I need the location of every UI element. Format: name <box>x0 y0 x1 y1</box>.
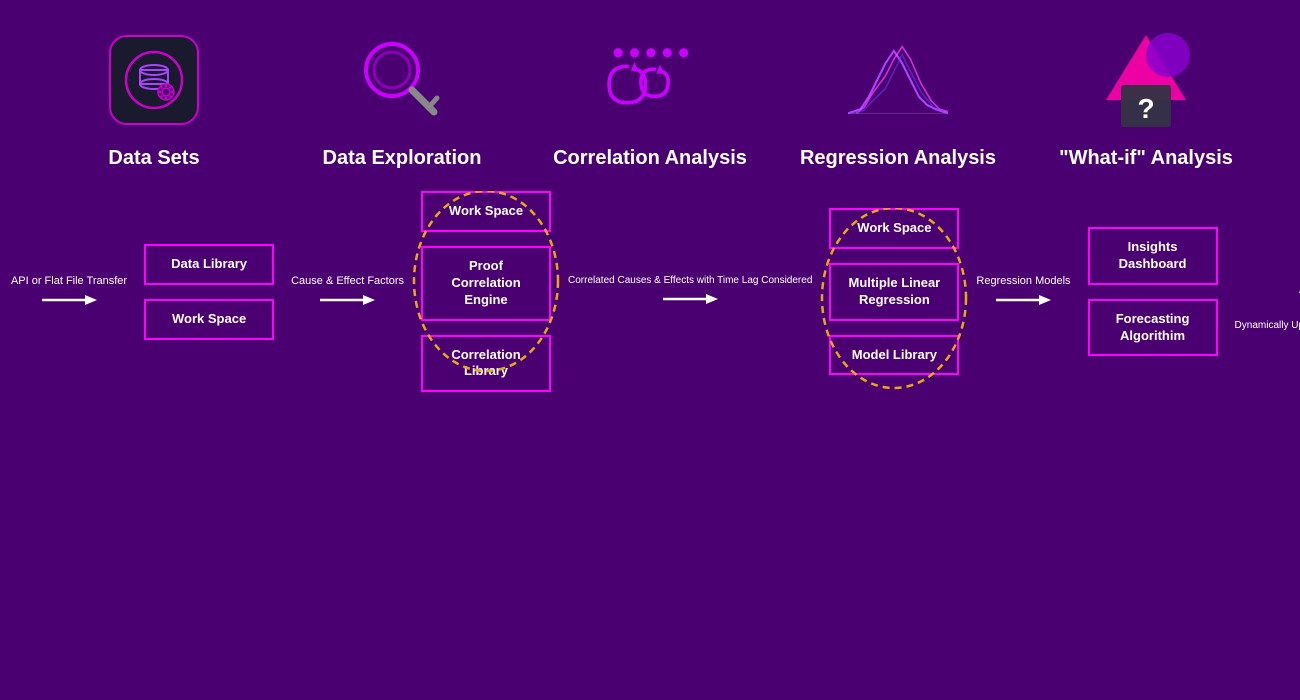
arrow-right-2 <box>320 290 375 310</box>
column-header-whatif: ? "What-if" Analysis <box>1046 30 1246 171</box>
icon-container-correlation <box>600 30 700 130</box>
box-model-library[interactable]: Model Library <box>829 335 959 376</box>
flow-group-exploration: Data Library Work Space <box>144 244 274 340</box>
label-api-transfer: API or Flat File Transfer <box>11 274 127 288</box>
col-title-regression: Regression Analysis <box>800 145 996 171</box>
box-workspace-correlation[interactable]: Work Space <box>421 191 551 232</box>
col-title-correlation: Correlation Analysis <box>553 145 747 171</box>
arrow-right-3 <box>663 289 718 309</box>
svg-text:?: ? <box>1137 93 1154 124</box>
main-container: Data Sets Data Exploration <box>0 0 1300 700</box>
icon-container-regression <box>848 30 948 130</box>
icon-container-datasets <box>104 30 204 130</box>
box-data-library[interactable]: Data Library <box>144 244 274 285</box>
connector-exploration-correlation: Cause & Effect Factors <box>274 274 421 310</box>
col-title-datasets: Data Sets <box>108 145 199 171</box>
box-correlation-library[interactable]: Correlation Library <box>421 335 551 393</box>
swirl-dots-icon <box>600 30 700 130</box>
label-regression-models: Regression Models <box>976 274 1070 288</box>
column-header-exploration: Data Exploration <box>302 30 502 171</box>
icon-container-whatif: ? <box>1096 30 1196 130</box>
label-correlated-causes: Correlated Causes & Effects with Time La… <box>568 274 812 287</box>
column-header-regression: Regression Analysis <box>798 30 998 171</box>
label-cause-effect: Cause & Effect Factors <box>291 274 404 288</box>
flow-group-regression: Work Space Multiple Linear Regression Mo… <box>829 208 959 376</box>
icon-container-exploration <box>352 30 452 130</box>
arrow-right-4 <box>996 290 1051 310</box>
box-proof-correlation[interactable]: Proof Correlation Engine <box>421 246 551 321</box>
connector-datasets-exploration: API or Flat File Transfer <box>0 274 144 310</box>
box-multiple-linear-regression[interactable]: Multiple Linear Regression <box>829 263 959 321</box>
top-row: Data Sets Data Exploration <box>30 20 1270 181</box>
connector-correlation-regression: Correlated Causes & Effects with Time La… <box>551 274 829 309</box>
chart-peaks-icon <box>848 30 948 130</box>
database-gear-icon <box>109 35 199 125</box>
label-dynamically-updated: Dynamically Updated Forecasting Models <box>1235 319 1300 332</box>
box-workspace-exploration[interactable]: Work Space <box>144 299 274 340</box>
column-header-datasets: Data Sets <box>54 30 254 171</box>
flow-group-whatif: Insights Dashboard Forecasting Algorithi… <box>1088 227 1218 357</box>
connector-regression-whatif: Regression Models <box>959 274 1087 310</box>
arrow-right-1 <box>42 290 97 310</box>
magnify-icon <box>352 30 452 130</box>
flow-diagram: Internal Data External Data API or Flat … <box>30 191 1270 392</box>
connector-whatif-output: Dynamically Updated Forecasting Models <box>1218 251 1300 332</box>
box-insights-dashboard[interactable]: Insights Dashboard <box>1088 227 1218 285</box>
box-forecasting-algorithm[interactable]: Forecasting Algorithim <box>1088 299 1218 357</box>
question-box-icon: ? <box>1096 30 1196 130</box>
column-header-correlation: Correlation Analysis <box>550 30 750 171</box>
box-workspace-regression[interactable]: Work Space <box>829 208 959 249</box>
col-title-whatif: "What-if" Analysis <box>1059 145 1233 171</box>
flow-group-correlation: Work Space Proof Correlation Engine Corr… <box>421 191 551 392</box>
col-title-exploration: Data Exploration <box>323 145 482 171</box>
